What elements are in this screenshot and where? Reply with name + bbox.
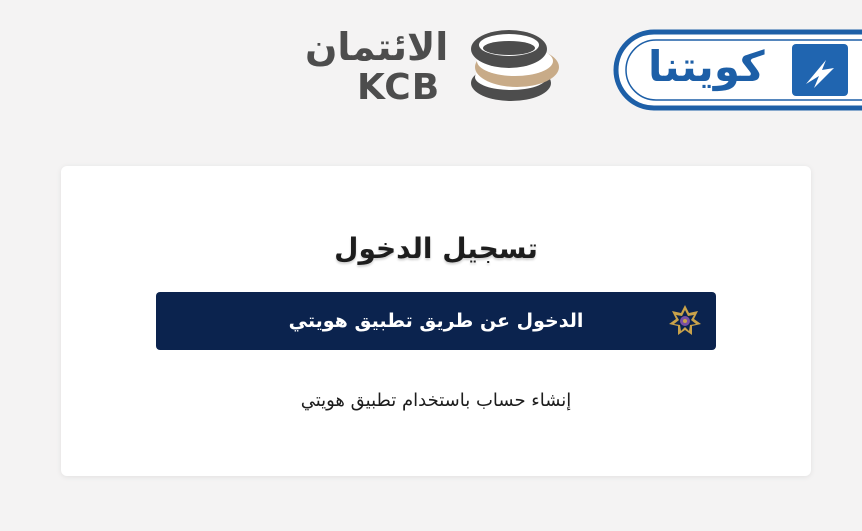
login-card: تسجيل الدخول الدخول عن طريق تطبيق هويتي … xyxy=(61,166,811,476)
hawyti-login-button[interactable]: الدخول عن طريق تطبيق هويتي xyxy=(156,292,716,350)
login-page: الائتمان KCB كويتنا تسجيل الدخول الدخول xyxy=(0,0,862,531)
hawyti-emblem-icon xyxy=(669,305,701,335)
kuwaitna-text: كويتنا xyxy=(648,42,765,91)
lightning-bolt-icon xyxy=(792,44,848,96)
hawyti-login-button-label: الدخول عن طريق تطبيق هويتي xyxy=(288,310,584,332)
kcb-latin-name: KCB xyxy=(357,67,441,108)
page-title: تسجيل الدخول xyxy=(334,232,538,265)
kcb-stacked-discs-icon xyxy=(471,30,559,101)
register-with-hawyti-link[interactable]: إنشاء حساب باستخدام تطبيق هويتي xyxy=(61,388,811,414)
kcb-logo: الائتمان KCB xyxy=(303,25,573,110)
kcb-arabic-name: الائتمان xyxy=(305,25,449,69)
kuwaitna-badge: كويتنا xyxy=(612,28,862,112)
